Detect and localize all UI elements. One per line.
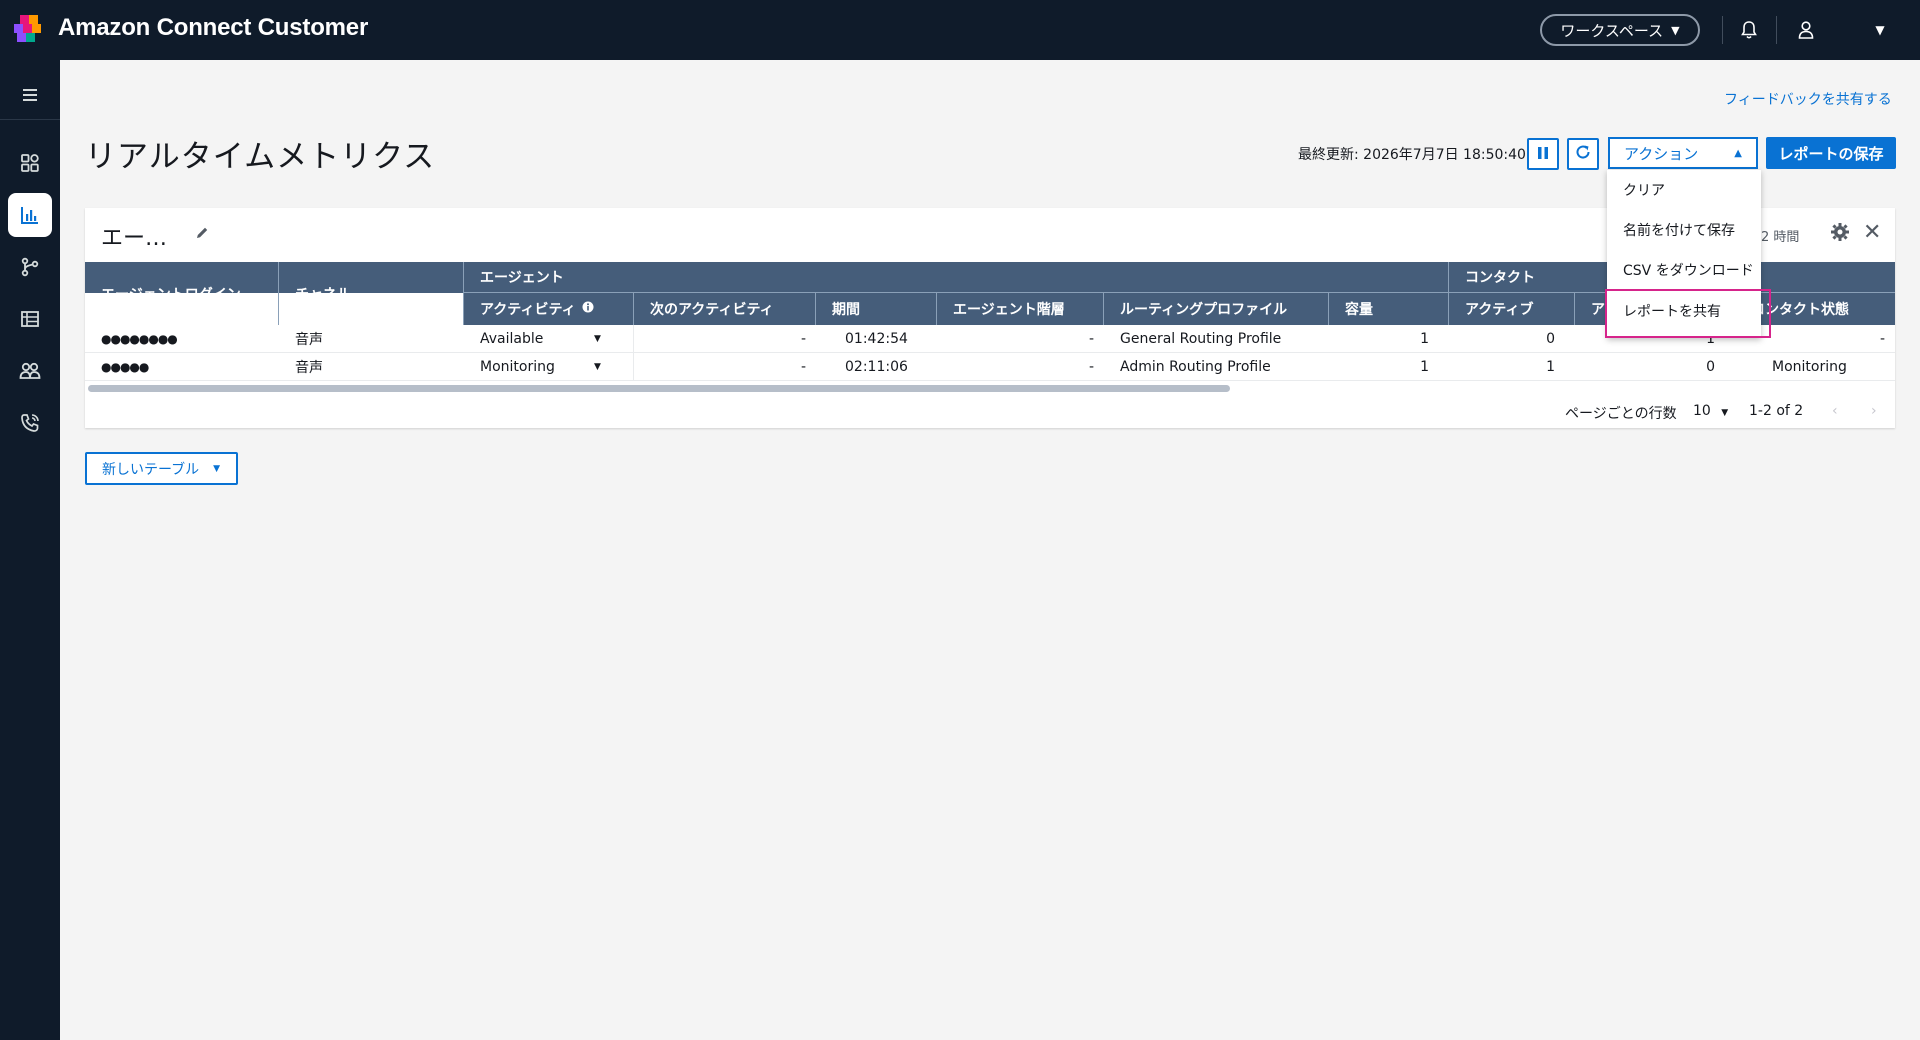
top-navigation-bar: Amazon Connect Customer ワークスペース ▼ ▼ <box>0 0 1920 60</box>
refresh-button[interactable] <box>1567 138 1599 170</box>
pencil-icon[interactable] <box>195 225 209 244</box>
activity-value: Monitoring <box>480 359 555 375</box>
rows-per-page-value: 10 <box>1693 403 1711 419</box>
menu-item-clear[interactable]: クリア <box>1623 180 1665 200</box>
actions-label: アクション <box>1624 144 1699 163</box>
pause-icon <box>1537 145 1549 164</box>
column-header-channel[interactable]: チャネル <box>279 262 464 325</box>
app-brand-name: Amazon Connect Customer <box>58 14 369 41</box>
metrics-icon[interactable] <box>8 193 52 237</box>
caret-up-icon: ▲ <box>1734 147 1742 159</box>
table-row: ●●●●● 音声 Monitoring ▼ - 02:11:06 - Admin… <box>85 353 1895 381</box>
users-icon[interactable] <box>8 349 52 393</box>
share-report-highlight <box>1605 289 1771 338</box>
horizontal-scrollbar[interactable] <box>88 385 1230 392</box>
cell-routing-profile: Admin Routing Profile <box>1120 359 1271 375</box>
column-header-active[interactable]: アクティブ <box>1449 293 1575 325</box>
rows-per-page-select[interactable]: 10 ▼ <box>1693 403 1728 419</box>
menu-icon[interactable] <box>17 82 43 108</box>
cell-active: 1 <box>1546 359 1555 375</box>
refresh-icon <box>1575 144 1591 164</box>
cell-duration: 02:11:06 <box>845 359 908 375</box>
caret-down-icon: ▼ <box>594 334 601 344</box>
activity-value: Available <box>480 331 544 347</box>
menu-item-download-csv[interactable]: CSV をダウンロード <box>1623 260 1754 280</box>
topbar-divider <box>1722 16 1723 44</box>
sidebar-divider <box>0 119 60 120</box>
column-header-routing-profile[interactable]: ルーティングプロファイル <box>1104 293 1329 325</box>
activity-header-label: アクティビティ <box>480 302 576 318</box>
cell-login: ●●●●●●●● <box>101 332 178 346</box>
cell-channel: 音声 <box>295 360 323 376</box>
cell-hierarchy: - <box>1088 359 1094 375</box>
cell-next-activity: - <box>800 331 806 347</box>
chevron-right-icon[interactable]: › <box>1871 403 1877 419</box>
amazon-connect-logo <box>14 15 46 45</box>
cell-routing-profile: General Routing Profile <box>1120 331 1282 347</box>
close-icon[interactable]: ✕ <box>1863 220 1881 245</box>
column-header-capacity[interactable]: 容量 <box>1329 293 1449 325</box>
activity-select[interactable]: Available ▼ <box>464 325 634 353</box>
cell-hierarchy: - <box>1088 331 1094 347</box>
column-header-duration[interactable]: 期間 <box>816 293 937 325</box>
column-header-activity[interactable]: アクティビティ <box>464 293 634 325</box>
topbar-divider <box>1776 16 1777 44</box>
feedback-link[interactable]: フィードバックを共有する <box>1724 89 1892 109</box>
rows-per-page-label: ページごとの行数 <box>1565 406 1677 422</box>
left-sidebar <box>0 60 60 1040</box>
gear-icon[interactable] <box>1830 222 1850 246</box>
pause-button[interactable] <box>1527 138 1559 170</box>
dashboard-icon[interactable] <box>8 141 52 185</box>
cell-a: 0 <box>1706 359 1715 375</box>
caret-down-icon: ▼ <box>213 463 221 474</box>
last-updated-text: 最終更新: 2026年7月7日 18:50:40 <box>1298 147 1526 163</box>
menu-item-save-as[interactable]: 名前を付けて保存 <box>1623 220 1735 240</box>
save-report-button[interactable]: レポートの保存 <box>1766 137 1896 169</box>
new-table-button[interactable]: 新しいテーブル ▼ <box>85 452 238 485</box>
cell-duration: 01:42:54 <box>845 331 908 347</box>
cell-login: ●●●●● <box>101 360 149 374</box>
caret-down-icon[interactable]: ▼ <box>1866 16 1894 44</box>
cell-active: 0 <box>1546 331 1555 347</box>
activity-select[interactable]: Monitoring ▼ <box>464 353 634 381</box>
page-title: リアルタイムメトリクス <box>85 139 436 175</box>
new-table-label: 新しいテーブル <box>102 461 200 478</box>
table-title: エー… <box>101 226 168 251</box>
workspace-label: ワークスペース <box>1560 21 1664 40</box>
cell-channel: 音声 <box>295 332 323 348</box>
cell-capacity: 1 <box>1420 331 1429 347</box>
chevron-left-icon[interactable]: ‹ <box>1832 403 1838 419</box>
cell-contact-state: Monitoring <box>1772 359 1847 375</box>
table-icon[interactable] <box>8 297 52 341</box>
group-header-agent: エージェント <box>464 262 1449 293</box>
time-range-label: 2 時間 <box>1761 230 1800 245</box>
cell-next-activity: - <box>800 359 806 375</box>
workspace-dropdown-button[interactable]: ワークスペース ▼ <box>1540 14 1700 46</box>
pagination-range: 1-2 of 2 <box>1749 403 1804 419</box>
column-header-login[interactable]: エージェントログイン <box>85 262 279 325</box>
user-icon[interactable] <box>1792 16 1820 44</box>
bell-icon[interactable] <box>1735 16 1763 44</box>
actions-dropdown-button[interactable]: アクション ▲ <box>1608 137 1758 169</box>
caret-down-icon: ▼ <box>594 362 601 372</box>
column-header-hierarchy[interactable]: エージェント階層 <box>937 293 1104 325</box>
phone-icon[interactable] <box>8 401 52 445</box>
column-header-next-activity[interactable]: 次のアクティビティ <box>634 293 816 325</box>
caret-down-icon: ▼ <box>1671 23 1680 37</box>
cell-capacity: 1 <box>1420 359 1429 375</box>
flows-icon[interactable] <box>8 245 52 289</box>
info-icon[interactable] <box>582 301 594 317</box>
caret-down-icon: ▼ <box>1721 408 1729 418</box>
